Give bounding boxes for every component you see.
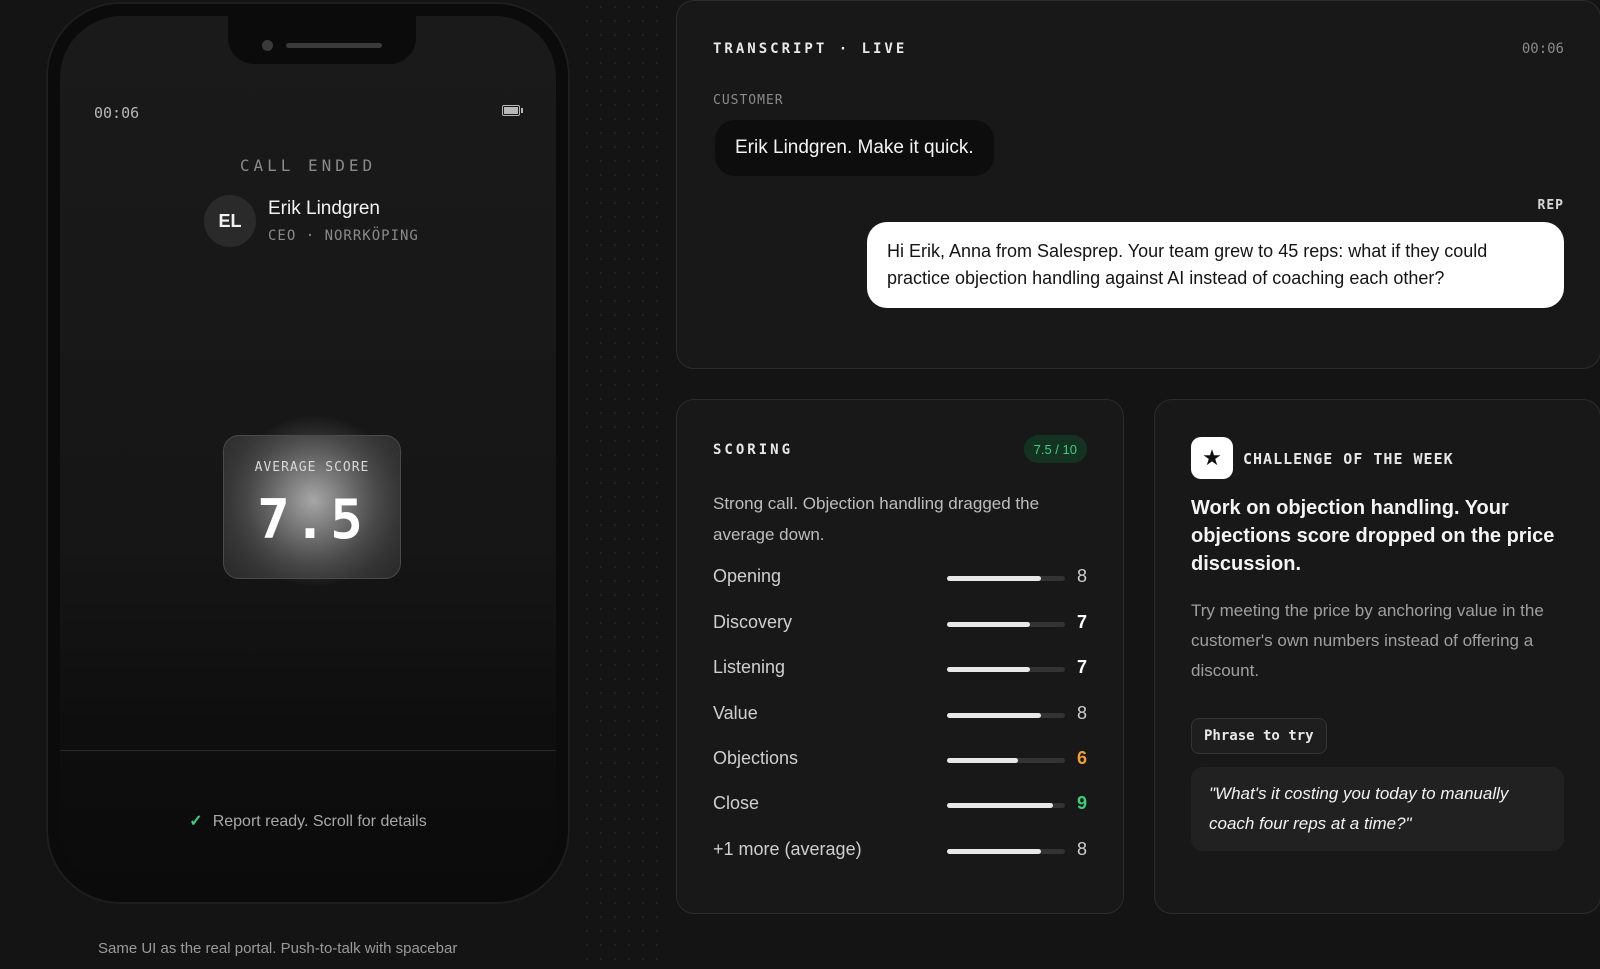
caption: Same UI as the real portal. Push-to-talk… xyxy=(98,940,458,957)
customer-message: Erik Lindgren. Make it quick. xyxy=(715,120,994,176)
scoring-summary: Strong call. Objection handling dragged … xyxy=(713,494,1040,544)
rep-label: REP xyxy=(1537,198,1564,213)
call-status: CALL ENDED xyxy=(239,156,377,175)
metric-bar-fill xyxy=(947,803,1054,808)
check-icon: ✓ xyxy=(189,813,203,830)
report-text: Report ready. Scroll for details xyxy=(212,813,427,830)
speaker-grille xyxy=(286,43,382,48)
metric-value: 7 xyxy=(1076,612,1087,632)
phone-clock: 00:06 xyxy=(94,104,140,122)
metric-bar xyxy=(947,713,1065,718)
metric-bar xyxy=(947,849,1065,854)
contact-subtitle: CEO · NORRKÖPING xyxy=(268,228,419,244)
camera-icon xyxy=(262,40,273,51)
phone-notch xyxy=(228,16,416,64)
transcript-title: TRANSCRIPT · LIVE xyxy=(713,41,908,57)
star-icon: ★ xyxy=(1191,437,1233,479)
phrase-to-try-chip: Phrase to try xyxy=(1191,718,1327,754)
metric-value: 7 xyxy=(1076,657,1087,677)
metric-label: Discovery xyxy=(713,612,793,632)
metric-row: Discovery 7 xyxy=(713,610,1087,636)
metric-row: Value 8 xyxy=(713,701,1087,727)
phone-divider xyxy=(60,750,556,751)
metric-value: 8 xyxy=(1076,566,1087,586)
metric-row: Listening 7 xyxy=(713,655,1087,681)
metric-bar-fill xyxy=(947,713,1042,718)
transcript-panel: TRANSCRIPT · LIVE 00:06 CUSTOMER Erik Li… xyxy=(676,0,1600,369)
score-label: AVERAGE SCORE xyxy=(254,460,370,475)
metric-row: Objections 6 xyxy=(713,746,1087,772)
metric-value: 6 xyxy=(1076,748,1087,768)
challenge-panel: ★ CHALLENGE OF THE WEEK Work on objectio… xyxy=(1154,399,1600,914)
transcript-timer: 00:06 xyxy=(1521,41,1564,57)
metric-bar xyxy=(947,622,1065,627)
report-status[interactable]: ✓ Report ready. Scroll for details xyxy=(60,811,556,831)
avatar: EL xyxy=(204,195,256,247)
metric-value: 8 xyxy=(1076,703,1087,723)
score-value: 7.5 xyxy=(257,488,367,551)
metric-label: Value xyxy=(713,703,758,723)
battery-icon xyxy=(502,105,523,116)
scoring-title: SCORING xyxy=(713,442,794,458)
average-score-card: AVERAGE SCORE 7.5 xyxy=(223,435,401,579)
metric-label: Close xyxy=(713,793,760,813)
metric-bar xyxy=(947,667,1065,672)
challenge-headline: Work on objection handling. Your objecti… xyxy=(1191,497,1555,575)
metric-value: 9 xyxy=(1076,793,1087,813)
dot-grid-background xyxy=(580,0,670,969)
metric-bar xyxy=(947,576,1065,581)
rep-message: Hi Erik, Anna from Salesprep. Your team … xyxy=(867,222,1564,308)
contact-name: Erik Lindgren xyxy=(268,198,380,219)
metric-label: Opening xyxy=(713,566,782,586)
metric-bar-fill xyxy=(947,758,1018,763)
metric-label: Listening xyxy=(713,657,786,677)
metric-bar-fill xyxy=(947,622,1030,627)
phone-screen: 00:06 CALL ENDED EL Erik Lindgren CEO · … xyxy=(60,16,556,890)
challenge-body: Try meeting the price by anchoring value… xyxy=(1191,601,1544,680)
challenge-title: CHALLENGE OF THE WEEK xyxy=(1243,450,1454,468)
metric-label: +1 more (average) xyxy=(713,839,862,859)
scoring-panel: SCORING 7.5 / 10 Strong call. Objection … xyxy=(676,399,1124,914)
phone-mockup: 00:06 CALL ENDED EL Erik Lindgren CEO · … xyxy=(46,2,570,904)
metric-bar-fill xyxy=(947,849,1042,854)
metric-bar xyxy=(947,758,1065,763)
customer-label: CUSTOMER xyxy=(713,93,784,108)
suggested-phrase: "What's it costing you today to manually… xyxy=(1191,767,1564,851)
score-badge: 7.5 / 10 xyxy=(1023,435,1087,463)
metric-row: Close 9 xyxy=(713,791,1087,817)
metric-value: 8 xyxy=(1076,839,1087,859)
metric-label: Objections xyxy=(713,748,799,768)
metric-bar-fill xyxy=(947,576,1042,581)
metric-bar xyxy=(947,803,1065,808)
metric-row: Opening 8 xyxy=(713,564,1087,590)
metric-bar-fill xyxy=(947,667,1030,672)
metric-row: +1 more (average) 8 xyxy=(713,837,1087,863)
